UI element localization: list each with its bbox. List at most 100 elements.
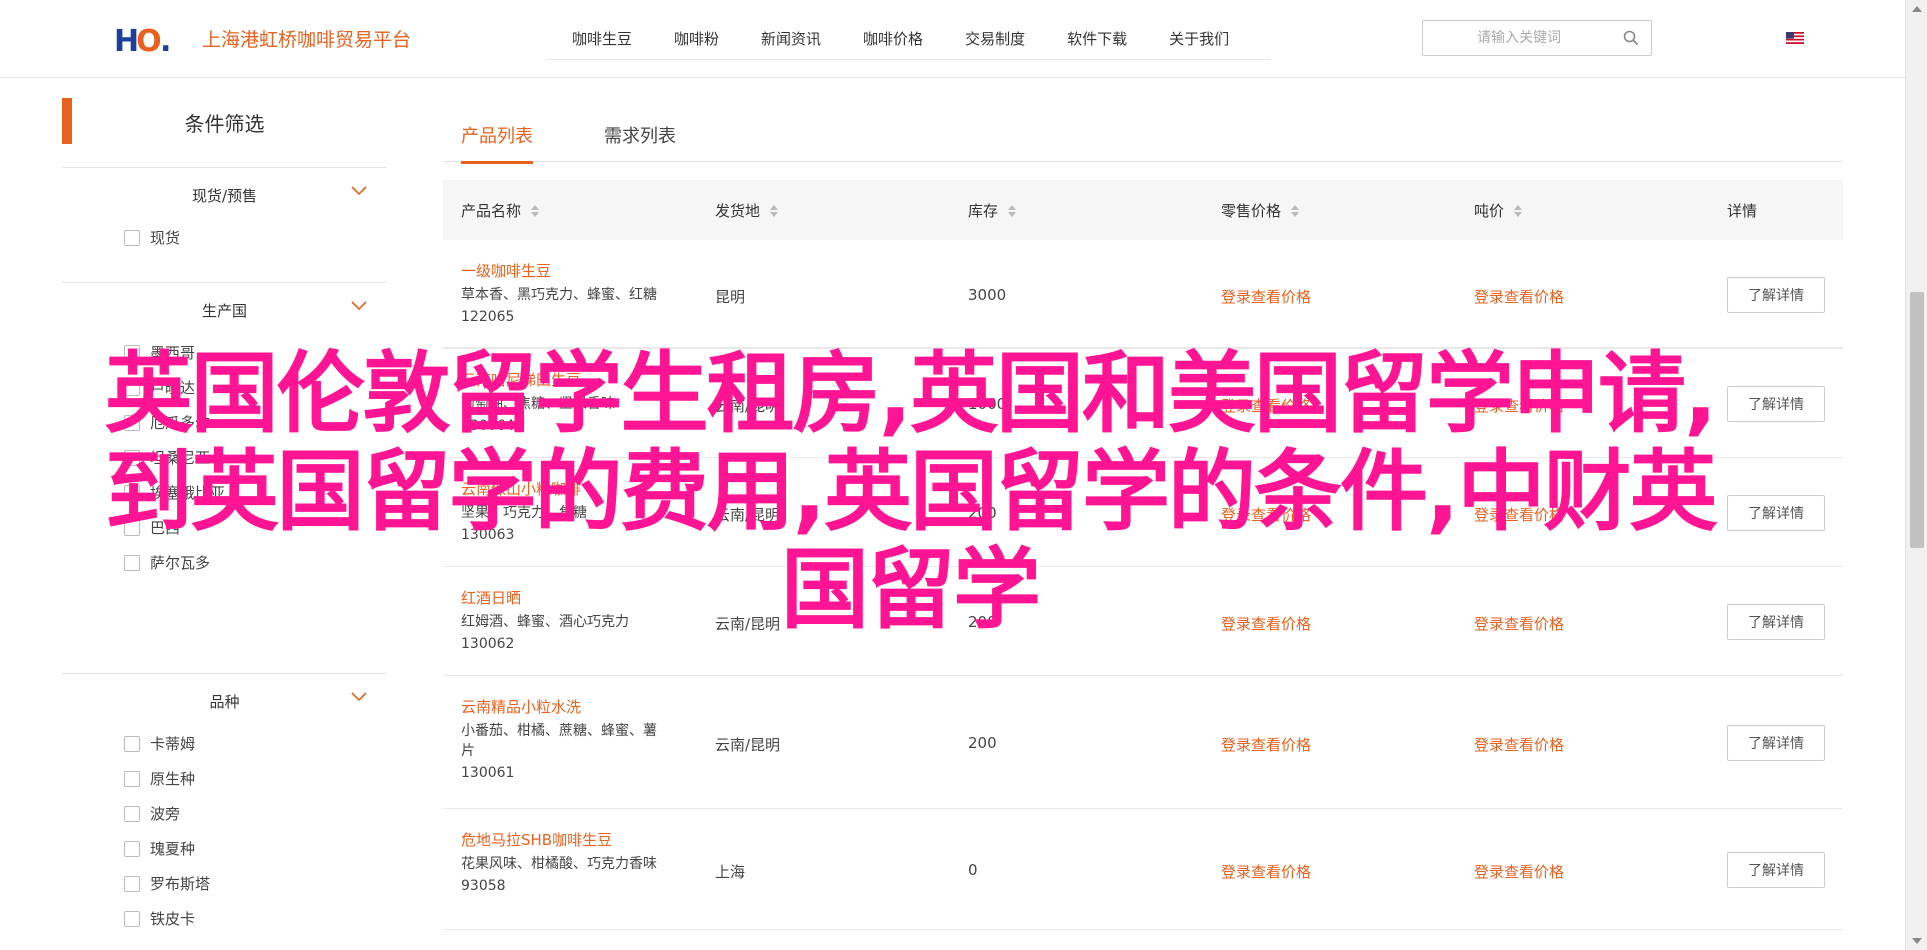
product-name-link[interactable]: 云南精品小粒水洗 — [461, 696, 691, 717]
filter-option[interactable]: 原生种 — [62, 761, 387, 796]
column-header-name[interactable]: 产品名称 — [461, 200, 540, 221]
ton-price-login-link[interactable]: 登录查看价格 — [1474, 861, 1564, 882]
us-flag-icon[interactable] — [1786, 32, 1804, 44]
detail-button[interactable]: 了解详情 — [1727, 386, 1825, 422]
checkbox[interactable] — [124, 414, 140, 431]
sort-icon[interactable] — [770, 204, 779, 217]
origin-cell: 云南/昆明 — [715, 506, 781, 524]
ton-price-login-link[interactable]: 登录查看价格 — [1474, 504, 1564, 525]
checkbox[interactable] — [124, 875, 140, 892]
product-name-link[interactable]: 一级咖啡生豆 — [461, 260, 691, 281]
filter-option[interactable]: 墨西哥 — [62, 335, 387, 370]
ton-price-login-link[interactable]: 登录查看价格 — [1474, 613, 1564, 634]
filter-group-header[interactable]: 生产国 — [62, 283, 387, 335]
checkbox[interactable] — [124, 735, 140, 752]
nav-item-about[interactable]: 关于我们 — [1169, 16, 1229, 59]
filter-option[interactable]: 卢旺达 — [62, 370, 387, 405]
checkbox[interactable] — [124, 840, 140, 857]
retail-price-login-link[interactable]: 登录查看价格 — [1221, 861, 1311, 882]
column-header-ton-price[interactable]: 吨价 — [1474, 200, 1523, 221]
nav-item-coffee-powder[interactable]: 咖啡粉 — [674, 16, 719, 59]
product-id: 130062 — [461, 636, 515, 652]
nav-item-downloads[interactable]: 软件下载 — [1067, 16, 1127, 59]
scroll-thumb[interactable] — [1910, 292, 1924, 548]
filter-option-label: 瑰夏种 — [150, 840, 196, 858]
filter-option[interactable]: 罗布斯塔 — [62, 866, 387, 901]
detail-button[interactable]: 了解详情 — [1727, 277, 1825, 313]
nav-item-trade-rules[interactable]: 交易制度 — [965, 16, 1025, 59]
filter-option[interactable]: 厄瓜多尔 — [62, 405, 387, 440]
product-flavor-notes: 小番茄、柑橘、蔗糖、蜂蜜、薯 — [461, 723, 657, 739]
site-title[interactable]: 上海港虹桥咖啡贸易平台 — [202, 25, 411, 52]
scroll-up-icon[interactable] — [1912, 6, 1922, 12]
chevron-down-icon[interactable] — [351, 301, 367, 311]
product-name-link[interactable]: 红酒日晒 — [461, 587, 691, 608]
checkbox[interactable] — [124, 379, 140, 396]
product-name-link[interactable]: 危地马拉SHB咖啡生豆 — [461, 829, 691, 850]
scroll-down-icon[interactable] — [1912, 938, 1922, 944]
ton-price-login-link[interactable]: 登录查看价格 — [1474, 286, 1564, 307]
filter-option[interactable]: 萨尔瓦多 — [62, 545, 387, 580]
filter-option[interactable]: 现货 — [62, 220, 387, 255]
checkbox[interactable] — [124, 805, 140, 822]
column-header-stock[interactable]: 库存 — [968, 200, 1017, 221]
sort-icon[interactable] — [531, 204, 540, 217]
tab-product-list[interactable]: 产品列表 — [461, 122, 533, 164]
site-logo[interactable]: HO. — [114, 24, 171, 59]
retail-price-login-link[interactable]: 登录查看价格 — [1221, 504, 1311, 525]
retail-price-login-link[interactable]: 登录查看价格 — [1221, 395, 1311, 416]
checkbox[interactable] — [124, 344, 140, 361]
retail-price-login-link[interactable]: 登录查看价格 — [1221, 286, 1311, 307]
chevron-down-icon[interactable] — [351, 692, 367, 702]
detail-button[interactable]: 了解详情 — [1727, 725, 1825, 761]
column-header-origin[interactable]: 发货地 — [715, 200, 779, 221]
nav-item-green-beans[interactable]: 咖啡生豆 — [572, 16, 632, 59]
filter-option[interactable]: 埃塞俄比亚 — [62, 475, 387, 510]
sort-icon[interactable] — [1514, 204, 1523, 217]
sort-icon[interactable] — [1291, 204, 1300, 217]
retail-price-login-link[interactable]: 登录查看价格 — [1221, 613, 1311, 634]
filter-group-header[interactable]: 现货/预售 — [62, 168, 387, 220]
checkbox[interactable] — [124, 770, 140, 787]
ton-price-login-link[interactable]: 登录查看价格 — [1474, 395, 1564, 416]
product-flavor-notes: 片 — [461, 743, 475, 759]
filter-option[interactable]: 卡蒂姆 — [62, 726, 387, 761]
checkbox[interactable] — [124, 229, 140, 246]
nav-item-news[interactable]: 新闻资讯 — [761, 16, 821, 59]
checkbox[interactable] — [124, 484, 140, 501]
detail-button[interactable]: 了解详情 — [1727, 604, 1825, 640]
filter-option[interactable]: 波旁 — [62, 796, 387, 831]
chevron-down-icon[interactable] — [351, 186, 367, 196]
page-scrollbar[interactable] — [1905, 0, 1927, 950]
detail-button[interactable]: 了解详情 — [1727, 495, 1825, 531]
product-cell: 一级咖啡生豆 草本香、黑巧克力、蜂蜜、红糖 122065 — [461, 260, 691, 325]
checkbox[interactable] — [124, 554, 140, 571]
column-header-label: 吨价 — [1474, 202, 1505, 220]
column-header-retail-price[interactable]: 零售价格 — [1221, 200, 1300, 221]
filter-option[interactable]: 巴西 — [62, 510, 387, 545]
search-icon[interactable] — [1623, 30, 1639, 46]
product-id: 130064 — [461, 418, 515, 434]
column-header-label: 零售价格 — [1221, 202, 1282, 220]
sidebar-header: 条件筛选 — [62, 78, 387, 168]
ton-price-login-link[interactable]: 登录查看价格 — [1474, 734, 1564, 755]
nav-item-prices[interactable]: 咖啡价格 — [863, 16, 923, 59]
filter-option[interactable]: 坦桑尼亚 — [62, 440, 387, 475]
filter-group-header[interactable]: 品种 — [62, 674, 387, 726]
table-row: 巴西喜拉朵咖啡生豆 — [443, 930, 1843, 950]
filter-group-stock: 现货/预售 现货 — [62, 168, 387, 283]
product-name-link[interactable]: 云南保山小粒咖啡 — [461, 478, 691, 499]
checkbox[interactable] — [124, 449, 140, 466]
product-flavor-notes: 红姆酒、蜂蜜、酒心巧克力 — [461, 614, 629, 630]
checkbox[interactable] — [124, 910, 140, 927]
detail-button[interactable]: 了解详情 — [1727, 852, 1825, 888]
retail-price-login-link[interactable]: 登录查看价格 — [1221, 734, 1311, 755]
filter-option[interactable]: 瑰夏种 — [62, 831, 387, 866]
tab-demand-list[interactable]: 需求列表 — [604, 122, 676, 161]
checkbox[interactable] — [124, 519, 140, 536]
sort-icon[interactable] — [1008, 204, 1017, 217]
filter-option-label: 现货 — [150, 229, 181, 247]
search-input[interactable] — [1423, 21, 1613, 55]
filter-option[interactable]: 铁皮卡 — [62, 901, 387, 936]
product-name-link[interactable]: 云南哈尼梯田生豆 — [461, 369, 691, 390]
